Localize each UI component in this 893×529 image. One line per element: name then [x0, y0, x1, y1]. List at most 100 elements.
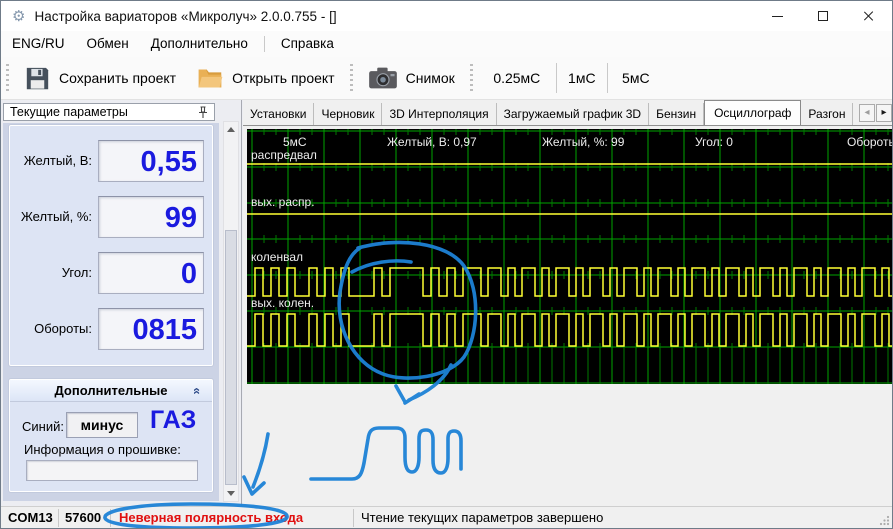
field-yellow-percent: Желтый, %: 99	[10, 196, 212, 238]
panel-content: Желтый, В: 0,55 Желтый, %: 99 Угол: 0 Об…	[3, 123, 219, 501]
field-label: Желтый, В:	[23, 153, 92, 168]
tab-zagruzhaemyj-grafik-3d[interactable]: Загружаемый график 3D	[497, 103, 650, 125]
scope-grid-and-traces	[247, 129, 892, 384]
scope-yellow-volts: Желтый, В: 0,97	[387, 135, 477, 149]
status-bar: COM13 57600 Неверная полярность входа Чт…	[1, 506, 892, 528]
field-label: Обороты:	[34, 321, 92, 336]
field-value-box: 0	[98, 252, 204, 294]
oscilloscope-display: 5мС Желтый, В: 0,97 Желтый, %: 99 Угол: …	[247, 129, 892, 384]
toolbar-grip	[6, 64, 9, 92]
additional-group: Дополнительные « Синий: минус ГАЗ Информ…	[9, 379, 213, 492]
snapshot-button[interactable]: Снимок	[358, 61, 465, 95]
timebase-025ms-button[interactable]: 0.25мС	[478, 66, 556, 90]
minimize-icon	[771, 15, 783, 17]
folder-icon	[198, 69, 223, 87]
timebase-5ms-button[interactable]: 5мС	[608, 66, 664, 90]
timebase-1ms-button[interactable]: 1мС	[557, 66, 607, 90]
minimize-button[interactable]	[754, 1, 800, 31]
oscilloscope-page: 5мС Желтый, В: 0,97 Желтый, %: 99 Угол: …	[243, 126, 892, 506]
field-value: 0815	[132, 314, 197, 346]
save-project-button[interactable]: Сохранить проект	[14, 61, 186, 96]
com-port-status: COM13	[8, 510, 53, 525]
resize-grip[interactable]	[879, 515, 890, 526]
field-value-box: 99	[98, 196, 204, 238]
status-message: Чтение текущих параметров завершено	[361, 510, 604, 525]
field-label: Желтый, %:	[20, 209, 92, 224]
additional-group-title: Дополнительные	[54, 383, 168, 398]
maximize-icon	[818, 11, 828, 21]
menu-bar: ENG/RU Обмен Дополнительно Справка	[1, 31, 892, 57]
menu-engru[interactable]: ENG/RU	[1, 31, 76, 57]
tab-statistika[interactable]: Статистика	[853, 103, 856, 125]
panel-scrollbar[interactable]	[223, 121, 239, 502]
tab-scroll-left-button[interactable]: ◂	[859, 104, 875, 122]
scrollbar-up-button[interactable]	[224, 122, 238, 137]
baud-rate-status: 57600	[65, 510, 102, 525]
field-angle: Угол: 0	[10, 252, 212, 294]
status-separator	[353, 509, 354, 527]
field-value: 0,55	[140, 146, 197, 178]
scope-yellow-percent: Желтый, %: 99	[542, 135, 625, 149]
tab-chernovik[interactable]: Черновик	[314, 103, 383, 125]
panel-splitter[interactable]	[241, 100, 242, 506]
fuel-indicator: ГАЗ	[150, 406, 197, 434]
tab-3d-interpolyaciya[interactable]: 3D Интерполяция	[382, 103, 497, 125]
field-value-box: 0815	[98, 308, 204, 350]
blue-channel-label: Синий:	[22, 419, 64, 434]
field-rpm: Обороты: 0815	[10, 308, 212, 350]
status-separator	[110, 509, 111, 527]
menu-spravka[interactable]: Справка	[270, 31, 345, 57]
close-button[interactable]	[846, 1, 892, 31]
pin-icon[interactable]	[198, 105, 208, 119]
floppy-disk-icon	[26, 67, 49, 89]
scrollbar-down-button[interactable]	[224, 486, 238, 501]
maximize-button[interactable]	[800, 1, 846, 31]
app-gear-icon: ⚙	[12, 7, 26, 25]
save-project-label: Сохранить проект	[59, 70, 177, 86]
field-label: Угол:	[61, 265, 92, 280]
scope-timebase: 5мС	[283, 135, 307, 149]
field-value: 99	[164, 202, 197, 234]
panel-header-title: Текущие параметры	[10, 105, 128, 119]
blue-polarity-box[interactable]: минус	[66, 412, 138, 438]
arrow-up-icon	[227, 127, 235, 132]
open-project-label: Открыть проект	[232, 70, 335, 86]
firmware-info-input[interactable]	[26, 460, 198, 481]
toolbar-grip	[349, 64, 353, 92]
channel-label-kolenval: коленвал	[251, 250, 304, 264]
scope-rpm: Обороты:	[847, 135, 892, 149]
channel-label-vyh-kolen: вых. колен.	[251, 296, 315, 310]
menu-separator	[263, 36, 265, 52]
panel-header: Текущие параметры	[3, 103, 215, 121]
app-window: ⚙ Настройка вариаторов «Микролуч» 2.0.0.…	[0, 0, 893, 529]
firmware-info-label: Информация о прошивке:	[24, 442, 181, 457]
window-title: Настройка вариаторов «Микролуч» 2.0.0.75…	[34, 8, 337, 24]
tab-benzin[interactable]: Бензин	[649, 103, 705, 125]
channel-label-raspredval: распредвал	[251, 148, 317, 162]
tab-scroll-right-button[interactable]: ▸	[876, 104, 892, 122]
field-value: 0	[180, 258, 197, 290]
channel-label-vyh-raspr: вых. распр.	[251, 195, 315, 209]
arrow-down-icon	[227, 491, 235, 496]
current-parameters-panel: Текущие параметры Желтый, В: 0,55 Желтый…	[1, 100, 243, 506]
status-separator	[58, 509, 59, 527]
toolbar-grip	[469, 64, 473, 92]
field-value-box: 0,55	[98, 140, 204, 182]
polarity-warning-text: Неверная полярность входа	[119, 510, 304, 525]
close-icon	[863, 10, 875, 22]
menu-dopolnitelno[interactable]: Дополнительно	[140, 31, 259, 57]
scrollbar-thumb[interactable]	[225, 230, 237, 485]
menu-obmen[interactable]: Обмен	[76, 31, 140, 57]
tab-oscillograf[interactable]: Осциллограф	[704, 100, 802, 125]
tab-ustanovki[interactable]: Установки	[243, 103, 315, 125]
open-project-button[interactable]: Открыть проект	[186, 61, 345, 96]
camera-icon	[368, 67, 397, 89]
additional-group-header: Дополнительные «	[10, 380, 212, 402]
scope-angle: Угол: 0	[695, 135, 733, 149]
parameters-group: Желтый, В: 0,55 Желтый, %: 99 Угол: 0 Об…	[9, 125, 213, 366]
snapshot-label: Снимок	[405, 70, 455, 86]
tab-razgon[interactable]: Разгон	[801, 103, 854, 125]
toolbar: Сохранить проект Открыть проект Снимок 0…	[1, 57, 892, 100]
collapse-chevron-icon[interactable]: «	[186, 384, 208, 398]
tab-strip: Установки Черновик 3D Интерполяция Загру…	[243, 100, 892, 126]
